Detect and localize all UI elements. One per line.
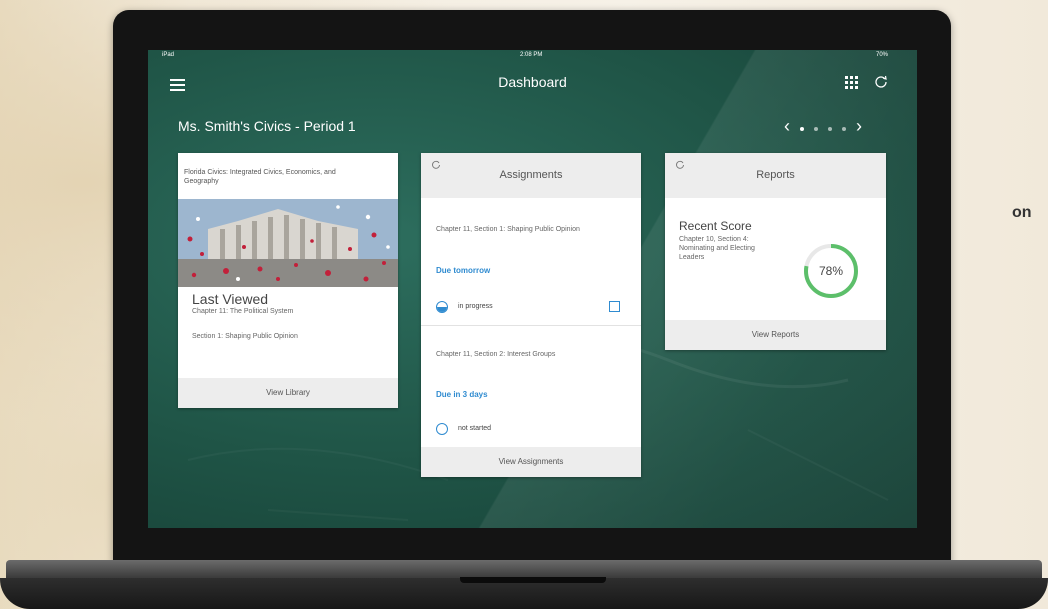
side-text: on — [1012, 204, 1032, 221]
library-card[interactable]: Florida Civics: Integrated Civics, Econo… — [178, 153, 398, 408]
assignment-name[interactable]: Chapter 11, Section 1: Shaping Public Op… — [436, 225, 606, 234]
score-value: 78% — [819, 264, 843, 278]
capitol-cover-image — [178, 199, 398, 287]
assignment-checkbox[interactable] — [609, 301, 620, 312]
laptop-base — [0, 560, 1048, 609]
assignment-status: not started — [436, 423, 492, 435]
next-page-button[interactable]: › — [856, 116, 862, 137]
reports-title: Reports — [756, 169, 795, 181]
recent-score-label: Recent Score — [679, 219, 752, 233]
assignment-due: Due tomorrow — [436, 266, 491, 275]
assignments-card: Assignments Chapter 11, Section 1: Shapi… — [421, 153, 641, 477]
page-dot[interactable] — [814, 127, 818, 131]
page-dot[interactable] — [842, 127, 846, 131]
assignment-name[interactable]: Chapter 11, Section 2: Interest Groups — [436, 350, 606, 359]
laptop-base-top — [6, 560, 1042, 578]
status-time: 2:08 PM — [520, 52, 543, 58]
last-viewed-section: Section 1: Shaping Public Opinion — [192, 333, 298, 340]
not-started-icon — [436, 423, 448, 435]
last-viewed-chapter: Chapter 11: The Political System — [192, 308, 294, 315]
divider — [421, 325, 641, 326]
view-library-button[interactable]: View Library — [178, 378, 398, 408]
reports-header: Reports — [665, 153, 886, 198]
in-progress-icon — [436, 301, 448, 313]
grid-icon[interactable] — [845, 76, 858, 89]
book-title: Florida Civics: Integrated Civics, Econo… — [184, 169, 336, 185]
view-reports-button[interactable]: View Reports — [665, 320, 886, 350]
top-bar: Dashboard — [148, 60, 917, 96]
assignments-header: Assignments — [421, 153, 641, 198]
page-dot[interactable] — [828, 127, 832, 131]
refresh-icon[interactable] — [431, 160, 441, 170]
status-battery: 70% — [876, 52, 889, 58]
app-screen: iPad 2:08 PM 70% Dashboard Ms. Smith's C… — [148, 50, 917, 528]
recent-score-chapter: Chapter 10, Section 4: Nominating and El… — [679, 236, 755, 261]
last-viewed-label: Last Viewed — [192, 291, 269, 307]
assignments-title: Assignments — [499, 169, 563, 181]
refresh-icon[interactable] — [675, 160, 685, 170]
course-title: Ms. Smith's Civics - Period 1 — [178, 118, 356, 134]
reports-card: Reports Recent Score Chapter 10, Section… — [665, 153, 886, 350]
score-ring: 78% — [804, 244, 858, 298]
refresh-icon[interactable] — [874, 75, 888, 89]
page-title: Dashboard — [498, 74, 567, 90]
prev-page-button[interactable]: ‹ — [784, 116, 790, 137]
assignment-status-label: in progress — [458, 303, 493, 310]
assignment-due: Due in 3 days — [436, 390, 488, 399]
status-bar: iPad 2:08 PM 70% — [148, 50, 917, 60]
assignment-status-label: not started — [458, 425, 492, 432]
view-assignments-button[interactable]: View Assignments — [421, 447, 641, 477]
assignment-status: in progress — [436, 301, 493, 313]
status-device: iPad — [162, 52, 175, 58]
page-dot[interactable] — [800, 127, 804, 131]
laptop-notch — [460, 577, 606, 583]
